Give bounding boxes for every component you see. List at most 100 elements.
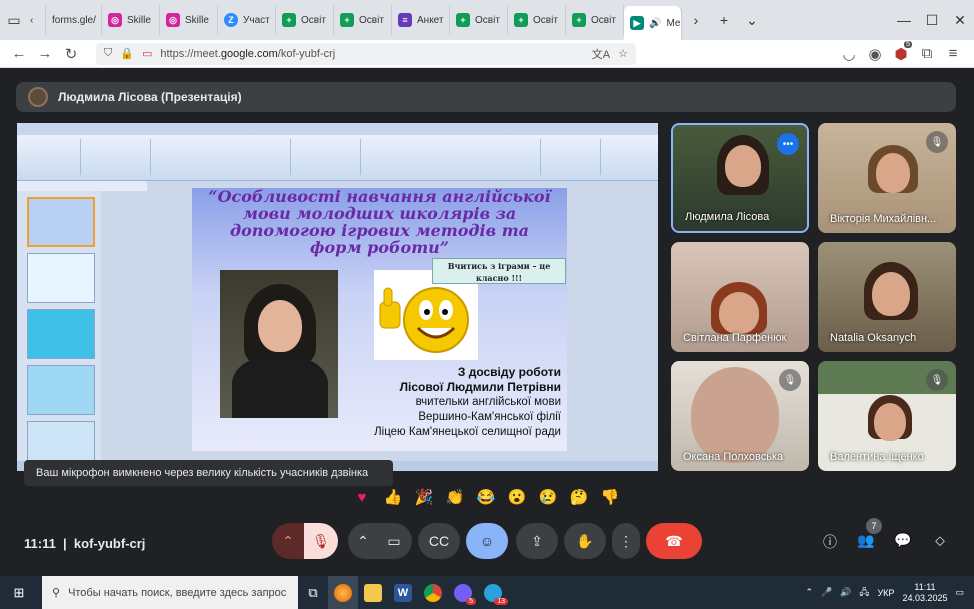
tab-zoom[interactable]: Z Участ	[218, 5, 276, 35]
tab-classroom-4[interactable]: + Освіт	[508, 5, 566, 35]
tab-meet-active[interactable]: ▶ 🔊 Ме	[624, 6, 682, 40]
ribbon-group	[21, 139, 81, 175]
back-icon[interactable]: ←	[6, 41, 32, 67]
participant-tile[interactable]: Natalia Oksanych	[818, 242, 956, 352]
meeting-time: 11:11	[24, 536, 56, 551]
forward-icon[interactable]: →	[32, 41, 58, 67]
people-icon[interactable]: 👥	[856, 532, 876, 552]
language-indicator[interactable]: УКР	[877, 588, 894, 598]
firefox-icon[interactable]	[328, 576, 358, 609]
account-icon[interactable]: ◉	[862, 41, 888, 67]
url-bar[interactable]: ⛉ 🔒 ▭ https://meet.google.com/kof-yubf-c…	[96, 42, 636, 65]
thinking-face-icon[interactable]: 🤔	[567, 485, 591, 509]
chat-icon[interactable]: 💬	[893, 532, 913, 552]
notifications-icon[interactable]: ▭	[955, 587, 964, 598]
end-call-button[interactable]: ☎	[646, 523, 702, 559]
thumbs-up-icon[interactable]: 👍	[381, 485, 405, 509]
slide: “Особливості навчання англійської мови м…	[192, 188, 567, 451]
tab-classroom-2[interactable]: + Освіт	[334, 5, 392, 35]
tab-scroll-right[interactable]: ›	[682, 6, 710, 34]
tab-classroom-1[interactable]: + Освіт	[276, 5, 334, 35]
shield-icon[interactable]: ⛉	[104, 47, 112, 60]
tab-label: Участ	[243, 14, 270, 26]
tab-label: Освіт	[475, 14, 500, 26]
surprised-face-icon[interactable]: 😮	[505, 485, 529, 509]
maximize-icon[interactable]: ☐	[918, 6, 946, 34]
extension-icon[interactable]: ⬢ 5	[888, 40, 914, 67]
new-tab-icon[interactable]: +	[710, 6, 738, 34]
tab-instagram-2[interactable]: ◎ Skille	[160, 5, 218, 35]
participant-tile[interactable]: 🎙 Оксана Полховська	[671, 361, 809, 471]
participant-tile[interactable]: 🎙 Вікторія Михайлівн...	[818, 123, 956, 233]
raise-hand-button[interactable]: ✋	[564, 523, 606, 559]
activities-icon[interactable]: ⬦	[930, 532, 950, 552]
sad-face-icon[interactable]: 😢	[536, 485, 560, 509]
media-player-icon[interactable]	[358, 576, 388, 609]
pocket-icon[interactable]: ◡	[836, 41, 862, 67]
chrome-icon[interactable]	[418, 576, 448, 609]
party-popper-icon[interactable]: 🎉	[412, 485, 436, 509]
ribbon-group	[81, 139, 151, 175]
mic-options-chevron-icon[interactable]: ⌃	[272, 523, 304, 559]
captions-button[interactable]: CC	[418, 523, 460, 559]
participant-face	[876, 153, 910, 193]
minimize-icon[interactable]: —	[890, 6, 918, 34]
translate-icon[interactable]: 文A	[592, 46, 610, 62]
chevron-up-icon[interactable]: ⌃	[805, 587, 813, 598]
url-text: https://meet.google.com/kof-yubf-crj	[160, 47, 336, 60]
network-icon[interactable]: 🖧	[859, 585, 869, 601]
participant-face	[872, 272, 910, 316]
taskbar-search[interactable]: ⚲ Чтобы начать поиск, введите здесь запр…	[42, 576, 298, 609]
slide-credits: З досвіду роботи Лісової Людмили Петрівн…	[321, 365, 561, 440]
camera-options-chevron-icon[interactable]: ⌃	[348, 523, 378, 559]
extensions-puzzle-icon[interactable]: ⧉	[914, 41, 940, 67]
task-view-icon[interactable]: ⧉	[298, 576, 328, 609]
present-screen-button[interactable]: ⇪	[516, 523, 558, 559]
thumbs-down-icon[interactable]: 👎	[598, 485, 622, 509]
laughing-face-icon[interactable]: 😂	[474, 485, 498, 509]
speaker-icon: 🔊	[649, 17, 662, 29]
avatar	[28, 87, 48, 107]
mic-muted-toast: Ваш мікрофон вимкнено через велику кільк…	[24, 460, 393, 486]
clock-date: 24.03.2025	[902, 592, 948, 603]
tab-classroom-3[interactable]: + Освіт	[450, 5, 508, 35]
tab-list-icon[interactable]: ▭	[0, 6, 28, 34]
tab-forms[interactable]: forms.gle/	[46, 5, 102, 35]
participant-tile[interactable]: 🎙 Валентина Іщенко	[818, 361, 956, 471]
chevron-down-icon[interactable]: ⌄	[738, 6, 766, 34]
lock-icon[interactable]: 🔒	[120, 47, 134, 60]
participant-tile[interactable]: Світлана Парфенюк	[671, 242, 809, 352]
windows-start-icon[interactable]: ⊞	[4, 576, 34, 609]
mic-off-button[interactable]: 🎙	[304, 523, 338, 559]
bookmark-star-icon[interactable]: ☆	[618, 47, 628, 60]
participant-tile[interactable]: ••• Людмила Лісова	[671, 123, 809, 233]
sparkling-heart-icon[interactable]: ♥	[350, 485, 374, 509]
clapping-hands-icon[interactable]: 👏	[443, 485, 467, 509]
reload-icon[interactable]: ↻	[58, 41, 84, 67]
word-icon[interactable]: W	[388, 576, 418, 609]
more-options-button[interactable]: ⋮	[612, 523, 640, 559]
microphone-icon[interactable]: 🎤	[821, 587, 832, 598]
menu-icon[interactable]: ≡	[940, 41, 966, 67]
close-window-icon[interactable]: ✕	[946, 6, 974, 34]
tab-forms-survey[interactable]: ≡ Анкет	[392, 5, 450, 35]
tab-classroom-5[interactable]: + Освіт	[566, 5, 624, 35]
ribbon-group	[151, 139, 291, 175]
viber-icon[interactable]: 5	[448, 576, 478, 609]
tab-scroll-left[interactable]: ‹	[28, 5, 46, 35]
camera-button[interactable]: ▭	[376, 523, 412, 559]
participant-name: Валентина Іщенко	[830, 451, 924, 463]
camera-permission-icon[interactable]: ▭	[142, 47, 152, 60]
meeting-info-icon[interactable]: ⓘ	[820, 532, 840, 552]
presentation-view[interactable]: “Особливості навчання англійської мови м…	[17, 123, 658, 471]
telegram-icon[interactable]: 13	[478, 576, 508, 609]
powerpoint-titlebar	[17, 123, 658, 135]
people-count-badge: 7	[866, 518, 882, 534]
clock[interactable]: 11:11 24.03.2025	[902, 582, 947, 604]
tab-instagram-1[interactable]: ◎ Skille	[102, 5, 160, 35]
volume-icon[interactable]: 🔊	[840, 587, 851, 598]
extension-badge: 5	[904, 40, 912, 48]
reactions-button[interactable]: ☺	[466, 523, 508, 559]
plus-icon: +	[282, 13, 296, 27]
forms-icon: ≡	[398, 13, 412, 27]
